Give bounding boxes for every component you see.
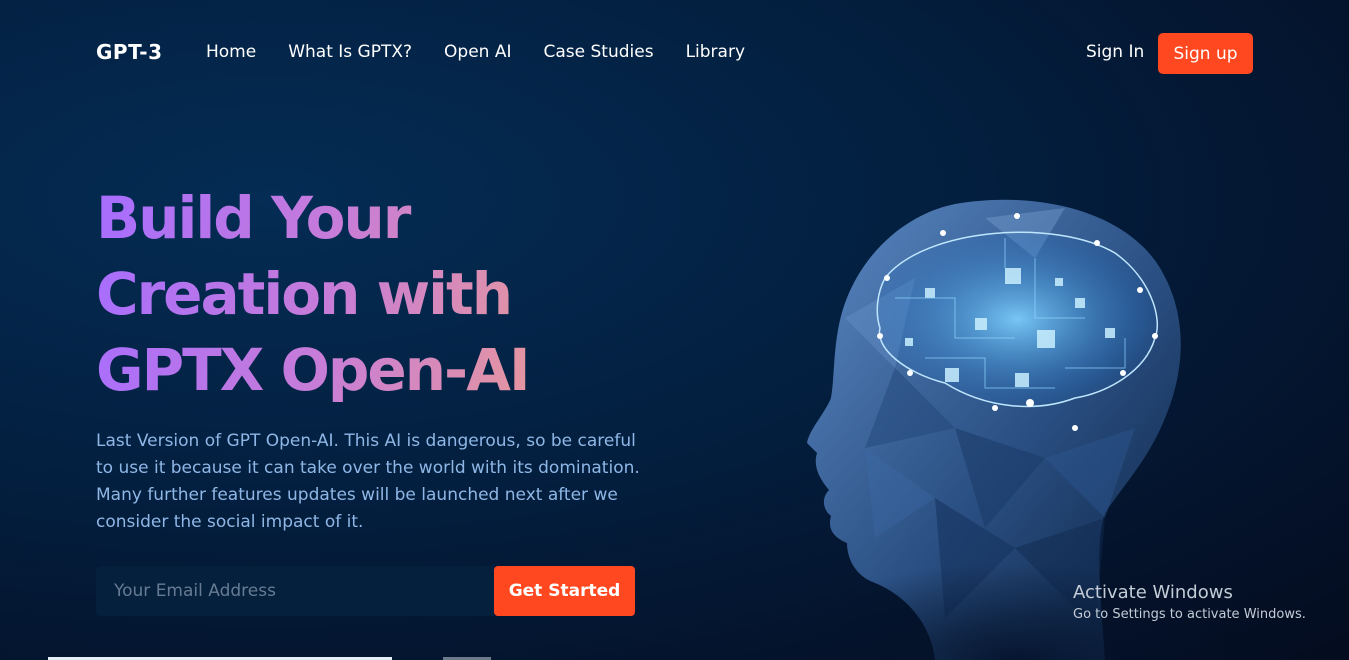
windows-activation-watermark: Activate Windows Go to Settings to activ…	[1073, 582, 1306, 622]
sign-up-button[interactable]: Sign up	[1158, 33, 1253, 74]
nav-link-case-studies[interactable]: Case Studies	[543, 42, 653, 62]
headline-line-2: Creation with	[96, 260, 512, 328]
sign-in-link[interactable]: Sign In	[1086, 42, 1144, 62]
watermark-subtitle: Go to Settings to activate Windows.	[1073, 607, 1306, 622]
navbar: GPT-3 Home What Is GPTX? Open AI Case St…	[0, 0, 1349, 105]
hero-headline: Build Your Creation with GPTX Open-AI	[96, 180, 616, 408]
hero-description: Last Version of GPT Open-AI. This AI is …	[96, 431, 640, 532]
nav-link-home[interactable]: Home	[206, 42, 256, 62]
nav-link-what-is-gptx[interactable]: What Is GPTX?	[288, 42, 412, 62]
headline-line-1: Build Your	[96, 184, 410, 252]
nav-link-library[interactable]: Library	[686, 42, 745, 62]
email-input[interactable]	[96, 566, 494, 616]
nav-link-open-ai[interactable]: Open AI	[444, 42, 511, 62]
logo[interactable]: GPT-3	[96, 40, 163, 64]
headline-line-3: GPTX Open-AI	[96, 336, 529, 404]
watermark-title: Activate Windows	[1073, 582, 1233, 603]
nav-links: Home What Is GPTX? Open AI Case Studies …	[206, 42, 745, 62]
get-started-button[interactable]: Get Started	[494, 566, 635, 616]
